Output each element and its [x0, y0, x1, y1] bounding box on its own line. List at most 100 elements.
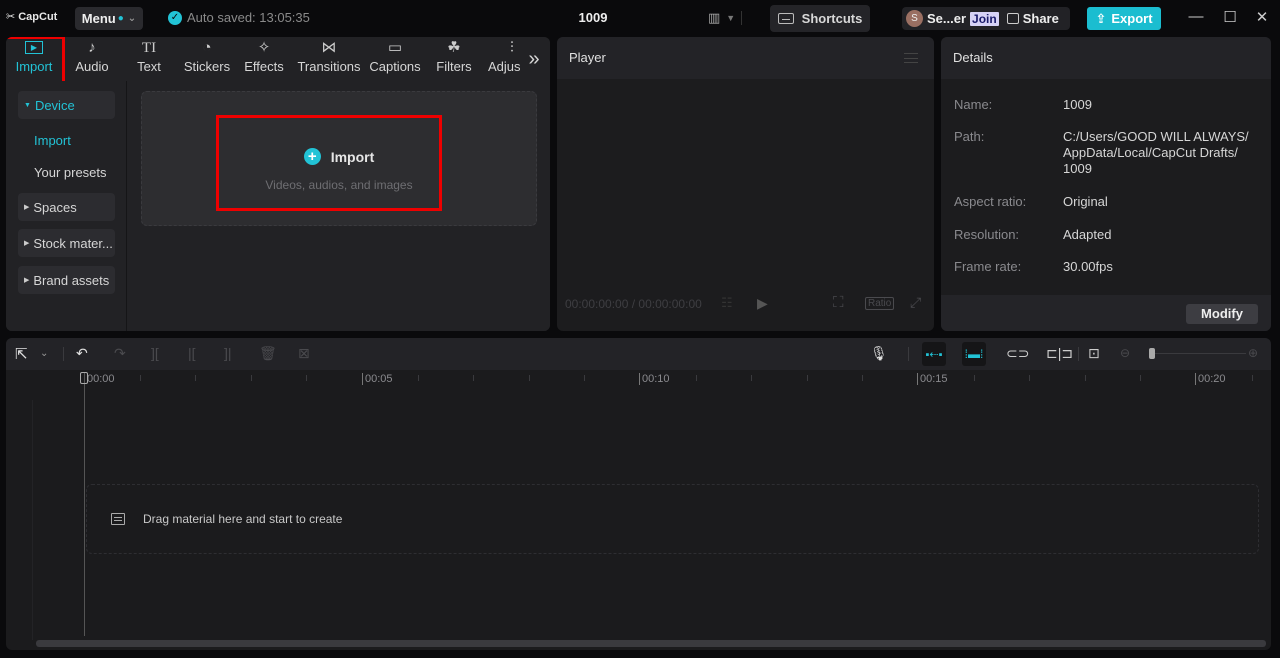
split-screen-icon[interactable]: ⊏|⊐ [1046, 345, 1073, 362]
captions-icon: ▭ [387, 39, 403, 56]
timeline-dropzone[interactable]: Drag material here and start to create [86, 484, 1259, 554]
share-button[interactable]: Share [1023, 11, 1059, 26]
edit-icon[interactable]: ⊠ [298, 345, 310, 362]
linkage-toggle[interactable]: ⁞▬⁞ [962, 342, 986, 366]
minor-tick [1140, 375, 1142, 381]
audio-icon: ♪ [88, 39, 96, 56]
divider [908, 347, 909, 361]
playhead[interactable] [84, 372, 85, 636]
share-icon [1006, 13, 1019, 24]
trim-left-icon[interactable]: |[ [188, 345, 196, 361]
minor-tick [139, 375, 141, 381]
avatar[interactable]: S [906, 10, 923, 27]
details-header: Details [941, 37, 1271, 79]
sidebar-item-brand[interactable]: ▶ Brand assets [18, 266, 115, 294]
delete-icon[interactable]: 🗑 [259, 345, 277, 362]
project-title: 1009 [578, 10, 608, 25]
sidebar-item-stock[interactable]: ▶ Stock mater... [18, 229, 115, 257]
fullscreen-icon[interactable]: ⤢ [910, 294, 921, 311]
caret-right-icon: ▶ [24, 240, 30, 247]
split-icon[interactable]: ][ [151, 345, 159, 361]
horizontal-scrollbar[interactable] [36, 640, 1266, 647]
minor-tick [751, 375, 753, 381]
minor-tick [1029, 375, 1031, 381]
menu-icon[interactable] [904, 53, 918, 63]
link-icon[interactable]: ⊂⊃ [1006, 345, 1029, 362]
tab-transitions[interactable]: ⋈ Transitions [292, 37, 366, 81]
highlight-box [6, 37, 65, 86]
grid-icon[interactable]: ☷ [721, 295, 733, 311]
details-footer: Modify [941, 295, 1271, 331]
select-tool-icon[interactable]: ⇱ [15, 345, 28, 363]
minor-tick [806, 375, 808, 381]
minor-tick [417, 375, 419, 381]
tab-filters[interactable]: ☘ Filters [428, 37, 480, 81]
divider [741, 11, 743, 25]
playhead-handle[interactable] [80, 372, 88, 384]
minor-tick [973, 375, 975, 381]
chevron-down-icon[interactable]: ⌄ [40, 348, 48, 359]
sidebar-item-presets[interactable]: Your presets [34, 165, 107, 180]
tick-label: 00:15 [917, 373, 948, 385]
menu-button[interactable]: Menu ● ⌄ [75, 7, 143, 30]
tab-stickers[interactable]: ◔ Stickers [178, 37, 236, 81]
film-icon [111, 513, 125, 525]
zoom-slider-track[interactable] [1151, 353, 1246, 354]
double-chevron-right-icon: » [528, 47, 540, 70]
zoom-fit-icon[interactable]: ⛶ [833, 294, 844, 311]
tick-label: 00:20 [1195, 373, 1226, 385]
export-button[interactable]: ⇪ Export [1087, 7, 1161, 30]
minor-tick [584, 375, 586, 381]
zoom-fit-timeline-icon[interactable]: ⊡ [1088, 345, 1100, 362]
tab-text[interactable]: TI Text [123, 37, 175, 81]
join-button[interactable]: Join [970, 11, 999, 26]
timeline-panel: ⇱ ⌄ ↶ ↷ ][ |[ ]| 🗑 ⊠ 🎙 ▪⇠▪ ⁞▬⁞ ⊂⊃ ⊏|⊐ ⊡ … [6, 338, 1271, 650]
sidebar-item-device[interactable]: ▼ Device [18, 91, 115, 119]
timeline-ruler[interactable]: 00:00 00:05 00:10 00:15 00:20 [6, 370, 1271, 390]
chevron-down-icon: ⌄ [127, 13, 137, 24]
trim-right-icon[interactable]: ]| [224, 345, 232, 361]
redo-icon[interactable]: ↷ [114, 345, 126, 362]
tab-captions[interactable]: ▭ Captions [367, 37, 423, 81]
tab-adjust[interactable]: ⫶ Adjus [484, 37, 520, 81]
shortcuts-button[interactable]: Shortcuts [770, 5, 870, 32]
minor-tick [473, 375, 475, 381]
divider [63, 347, 64, 361]
chevron-down-icon: ▼ [726, 13, 736, 23]
modify-button[interactable]: Modify [1186, 304, 1258, 324]
undo-icon[interactable]: ↶ [76, 345, 88, 362]
sidebar-item-spaces[interactable]: ▶ Spaces [18, 193, 115, 221]
transitions-icon: ⋈ [321, 39, 337, 56]
tick-label: 00:05 [362, 373, 393, 385]
minimize-button[interactable]: — [1186, 8, 1206, 25]
zoom-slider-handle[interactable] [1149, 348, 1155, 359]
minor-tick [1084, 375, 1086, 381]
caret-down-icon: ▼ [24, 101, 31, 109]
adjust-icon: ⫶ [510, 39, 514, 56]
tab-audio[interactable]: ♪ Audio [64, 37, 120, 81]
player-timecode: 00:00:00:00 / 00:00:00:00 [565, 297, 702, 311]
user-name[interactable]: Se...er [927, 11, 966, 26]
ratio-button[interactable]: Ratio [865, 297, 895, 310]
close-button[interactable]: ✕ [1252, 8, 1272, 26]
layout-button[interactable]: ▥ ▼ [708, 10, 743, 26]
magnet-toggle[interactable]: ▪⇠▪ [922, 342, 946, 366]
player-header: Player [557, 37, 934, 79]
minor-tick [250, 375, 252, 381]
zoom-in-icon[interactable]: ⊕ [1248, 346, 1258, 360]
zoom-out-icon[interactable]: ⊖ [1120, 346, 1130, 360]
collab-share-group: S Se...er Join Share [902, 7, 1070, 30]
more-tabs-button[interactable]: » [522, 37, 546, 81]
tab-effects[interactable]: ✧ Effects [238, 37, 290, 81]
track-header-divider [32, 400, 33, 640]
layout-icon: ▥ [708, 10, 721, 25]
sidebar-item-import[interactable]: Import [34, 133, 71, 148]
play-icon[interactable]: ▶ [757, 295, 768, 312]
check-icon: ✓ [168, 10, 182, 25]
microphone-icon[interactable]: 🎙 [870, 345, 888, 362]
maximize-button[interactable]: ☐ [1220, 8, 1240, 26]
media-tab-bar: ▶ Import ♪ Audio TI Text ◔ Stickers ✧ Ef… [6, 37, 550, 81]
minor-tick [528, 375, 530, 381]
media-area: + Import Videos, audios, and images [128, 81, 550, 331]
details-panel: Details Name: 1009 Path: C:/Users/GOOD W… [941, 37, 1271, 331]
